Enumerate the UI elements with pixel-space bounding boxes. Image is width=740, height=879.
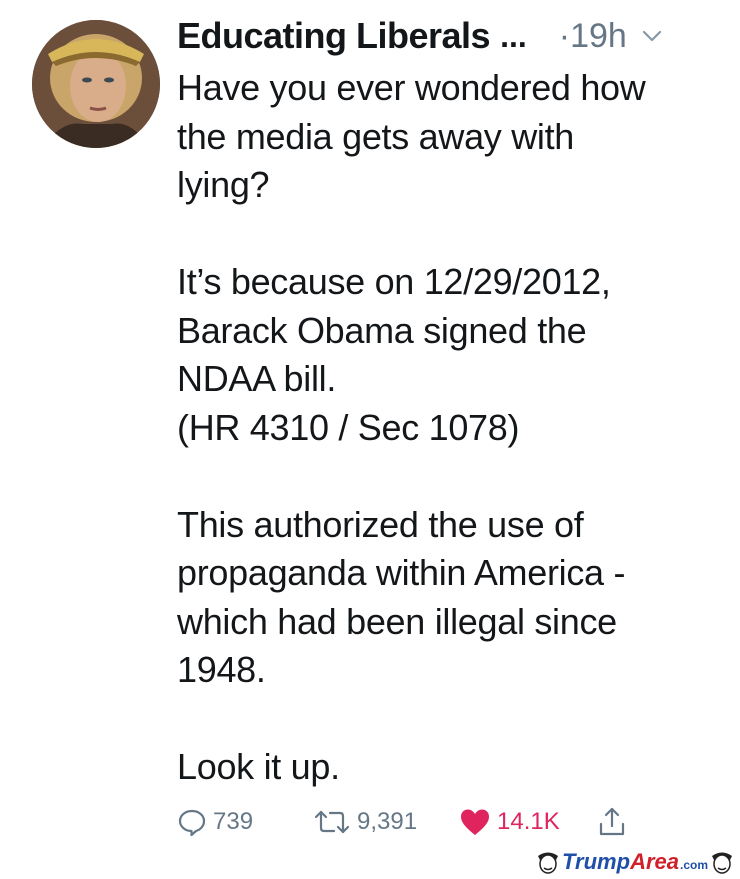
like-count: 14.1K bbox=[497, 808, 560, 835]
reply-count: 739 bbox=[213, 808, 254, 835]
speech-bubble-icon bbox=[177, 807, 213, 837]
tweet-text: Have you ever wondered how the media get… bbox=[177, 67, 646, 787]
tweet-actions: 739 9,391 14.1K bbox=[177, 800, 647, 844]
tweet-header: Educating Liberals ... ·19h bbox=[177, 14, 663, 58]
retweet-count: 9,391 bbox=[357, 808, 418, 835]
heart-icon bbox=[459, 807, 497, 837]
cartoon-face-icon bbox=[538, 852, 559, 874]
avatar-portrait bbox=[32, 20, 160, 148]
like-button[interactable]: 14.1K bbox=[459, 800, 560, 844]
display-name[interactable]: Educating Liberals bbox=[177, 15, 491, 57]
reply-button[interactable]: 739 bbox=[177, 800, 253, 844]
profile-avatar[interactable] bbox=[32, 20, 160, 148]
name-ellipsis: ... bbox=[500, 17, 527, 54]
cartoon-face-icon bbox=[712, 852, 732, 874]
share-button[interactable] bbox=[597, 800, 633, 844]
site-watermark: Trump Area .com bbox=[534, 847, 736, 877]
tweet-timestamp[interactable]: ·19h bbox=[559, 17, 627, 56]
retweet-arrows-icon bbox=[313, 807, 357, 837]
watermark-brand-part1: Trump bbox=[562, 849, 631, 874]
chevron-down-icon[interactable] bbox=[641, 25, 663, 47]
watermark-brand-suffix: .com bbox=[679, 858, 708, 872]
share-upload-icon bbox=[597, 806, 633, 838]
watermark-brand-part2: Area bbox=[630, 849, 679, 874]
retweet-button[interactable]: 9,391 bbox=[313, 800, 417, 844]
